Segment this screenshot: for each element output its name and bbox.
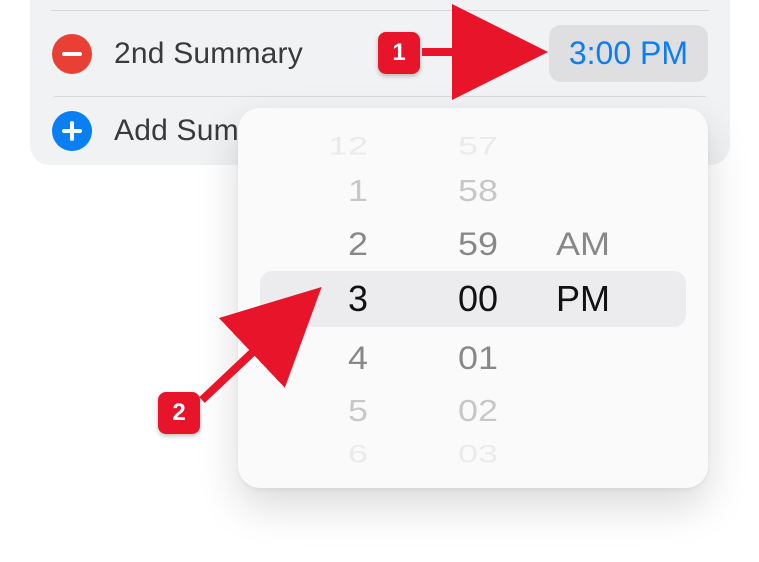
annotation-arrow-2 bbox=[200, 280, 340, 415]
hour-option[interactable]: 2 bbox=[278, 219, 398, 269]
ampm-wheel[interactable]: AM PM bbox=[548, 108, 668, 488]
add-summary-button[interactable] bbox=[52, 111, 92, 151]
summary-time-button[interactable]: 3:00 PM bbox=[549, 25, 708, 82]
hour-option[interactable]: 1 bbox=[278, 167, 398, 215]
ampm-option[interactable]: AM bbox=[548, 219, 668, 269]
minute-option[interactable]: 59 bbox=[408, 219, 548, 269]
hour-option[interactable]: 12 bbox=[278, 126, 398, 165]
plus-icon bbox=[62, 121, 82, 141]
minute-option-selected[interactable]: 00 bbox=[408, 271, 548, 327]
minute-option[interactable]: 02 bbox=[408, 387, 548, 435]
minute-wheel[interactable]: 57 58 59 00 01 02 03 bbox=[408, 108, 548, 488]
annotation-arrow-1 bbox=[422, 37, 552, 72]
annotation-callout-1: 1 bbox=[378, 32, 420, 74]
remove-summary-button[interactable] bbox=[52, 34, 92, 74]
minute-option[interactable]: 57 bbox=[408, 126, 548, 165]
summary-row-label: 2nd Summary bbox=[114, 37, 303, 71]
minute-option[interactable]: 03 bbox=[408, 434, 548, 473]
minus-icon bbox=[62, 52, 82, 56]
hour-option[interactable]: 6 bbox=[278, 434, 398, 473]
annotation-callout-2: 2 bbox=[158, 392, 200, 434]
ampm-option-selected[interactable]: PM bbox=[548, 271, 668, 327]
minute-option[interactable]: 01 bbox=[408, 333, 548, 383]
minute-option[interactable]: 58 bbox=[408, 167, 548, 215]
